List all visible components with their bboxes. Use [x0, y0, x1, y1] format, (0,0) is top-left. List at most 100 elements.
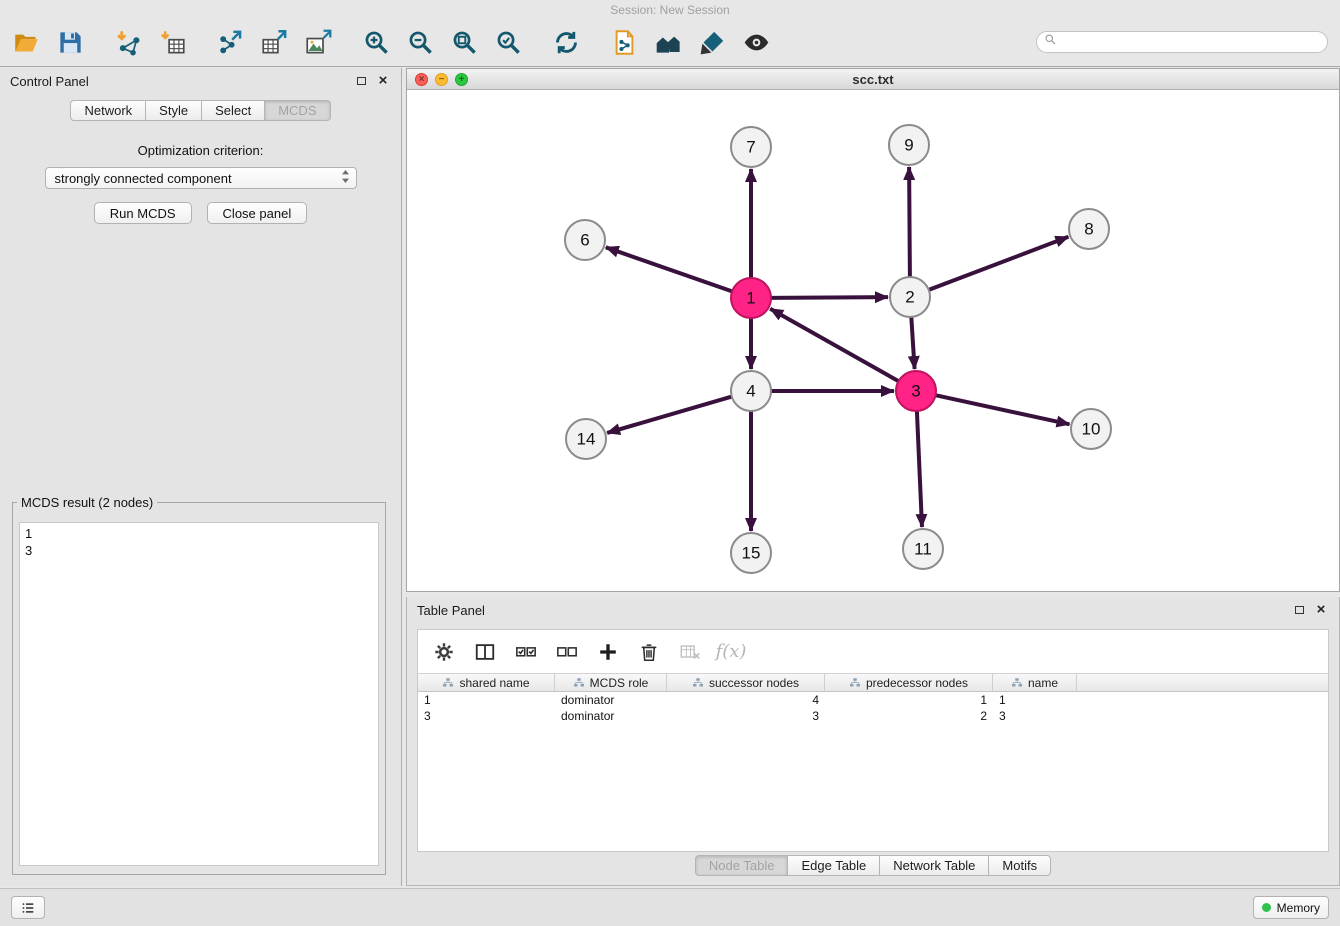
tab-motifs[interactable]: Motifs — [989, 855, 1051, 876]
tab-style[interactable]: Style — [146, 100, 202, 121]
optimization-select[interactable]: strongly connected component — [45, 167, 357, 189]
svg-text:11: 11 — [914, 540, 932, 559]
svg-text:3: 3 — [911, 382, 920, 401]
zoom-window-icon[interactable]: + — [455, 73, 468, 86]
optimization-select-value: strongly connected component — [55, 171, 341, 186]
open-session-icon[interactable] — [12, 28, 40, 56]
table-row[interactable]: 3dominator323 — [418, 708, 1328, 724]
edge-1-2[interactable] — [771, 297, 888, 298]
graph-node-6[interactable]: 6 — [565, 220, 605, 260]
float-panel-icon[interactable] — [353, 73, 369, 89]
tab-select[interactable]: Select — [202, 100, 265, 121]
cell-successor-nodes: 3 — [667, 708, 825, 724]
table-row[interactable]: 1dominator411 — [418, 692, 1328, 708]
control-panel: Control Panel × NetworkStyleSelectMCDS O… — [0, 68, 402, 886]
graph-node-2[interactable]: 2 — [890, 277, 930, 317]
optimization-label: Optimization criterion: — [0, 143, 401, 158]
export-image-icon[interactable] — [304, 28, 332, 56]
svg-text:9: 9 — [904, 136, 913, 155]
add-row-icon[interactable] — [596, 640, 620, 664]
column-header-shared-name[interactable]: shared name — [418, 674, 555, 691]
split-panel-icon[interactable] — [473, 640, 497, 664]
cell-mcds-role: dominator — [555, 708, 667, 724]
graph-node-8[interactable]: 8 — [1069, 209, 1109, 249]
export-table-icon[interactable] — [260, 28, 288, 56]
memory-button[interactable]: Memory — [1253, 896, 1329, 919]
refresh-icon[interactable] — [552, 28, 580, 56]
column-header-mcds-role[interactable]: MCDS role — [555, 674, 667, 691]
graph-node-1[interactable]: 1 — [731, 278, 771, 318]
table-toolbar: f(x) — [418, 630, 1328, 673]
tab-mcds[interactable]: MCDS — [265, 100, 330, 121]
search-input[interactable] — [1062, 35, 1320, 49]
mcds-result-list[interactable]: 13 — [19, 522, 379, 866]
select-all-icon[interactable] — [514, 640, 538, 664]
eye-icon[interactable] — [742, 28, 770, 56]
table-panel: Table Panel × f(x) shared nameMCDS roles… — [406, 597, 1340, 886]
delete-row-icon[interactable] — [637, 640, 661, 664]
edge-3-1[interactable] — [770, 309, 898, 381]
tab-network-table[interactable]: Network Table — [880, 855, 989, 876]
close-table-panel-icon[interactable]: × — [1313, 602, 1329, 618]
network-file-icon[interactable] — [610, 28, 638, 56]
tab-edge-table[interactable]: Edge Table — [788, 855, 880, 876]
mcds-result-box: MCDS result (2 nodes) 13 — [12, 495, 386, 875]
svg-text:4: 4 — [746, 382, 755, 401]
toolbar-search[interactable] — [1036, 31, 1328, 53]
tab-network[interactable]: Network — [70, 100, 146, 121]
cell-shared-name: 3 — [418, 708, 555, 724]
main-toolbar — [0, 18, 1340, 67]
annotation-icon[interactable] — [698, 28, 726, 56]
deselect-all-icon[interactable] — [555, 640, 579, 664]
graph-node-9[interactable]: 9 — [889, 125, 929, 165]
close-panel-button[interactable]: Close panel — [207, 202, 308, 224]
run-mcds-button[interactable]: Run MCDS — [94, 202, 192, 224]
graph-node-4[interactable]: 4 — [731, 371, 771, 411]
tab-node-table[interactable]: Node Table — [695, 855, 789, 876]
save-session-icon[interactable] — [56, 28, 84, 56]
edge-2-8[interactable] — [929, 237, 1069, 290]
graph-node-15[interactable]: 15 — [731, 533, 771, 573]
column-header-name[interactable]: name — [993, 674, 1077, 691]
zoom-selected-icon[interactable] — [494, 28, 522, 56]
graph-node-11[interactable]: 11 — [903, 529, 943, 569]
table-settings-icon[interactable] — [432, 640, 456, 664]
mcds-result-item: 1 — [25, 525, 373, 542]
edge-4-14[interactable] — [607, 397, 732, 433]
cell-shared-name: 1 — [418, 692, 555, 708]
mcds-result-item: 3 — [25, 542, 373, 559]
network-canvas[interactable]: 7 9 6 8 1 2 4 3 14 10 15 11 — [407, 90, 1339, 591]
graph-node-7[interactable]: 7 — [731, 127, 771, 167]
svg-text:15: 15 — [742, 544, 761, 563]
svg-text:1: 1 — [746, 289, 755, 308]
float-table-panel-icon[interactable] — [1291, 602, 1307, 618]
close-window-icon[interactable]: × — [415, 73, 428, 86]
task-history-button[interactable] — [11, 896, 45, 919]
edge-1-6[interactable] — [606, 247, 732, 291]
edge-2-9[interactable] — [909, 167, 910, 277]
cell-predecessor-nodes: 2 — [825, 708, 993, 724]
table-tabs: Node TableEdge TableNetwork TableMotifs — [695, 855, 1051, 876]
memory-button-label: Memory — [1277, 901, 1320, 915]
overview-icon[interactable] — [654, 28, 682, 56]
zoom-fit-icon[interactable] — [450, 28, 478, 56]
edge-2-3[interactable] — [911, 317, 914, 369]
graph-node-3[interactable]: 3 — [896, 371, 936, 411]
graph-node-14[interactable]: 14 — [566, 419, 606, 459]
network-window-title: scc.txt — [407, 72, 1339, 87]
column-header-predecessor-nodes[interactable]: predecessor nodes — [825, 674, 993, 691]
network-graph[interactable]: 7 9 6 8 1 2 4 3 14 10 15 11 — [407, 90, 1339, 591]
export-network-icon[interactable] — [216, 28, 244, 56]
import-table-icon[interactable] — [158, 28, 186, 56]
control-panel-tabs: NetworkStyleSelectMCDS — [0, 100, 401, 121]
zoom-in-icon[interactable] — [362, 28, 390, 56]
column-header-successor-nodes[interactable]: successor nodes — [667, 674, 825, 691]
close-panel-icon[interactable]: × — [375, 73, 391, 89]
minimize-window-icon[interactable]: − — [435, 73, 448, 86]
edge-3-11[interactable] — [917, 411, 922, 527]
graph-node-10[interactable]: 10 — [1071, 409, 1111, 449]
import-network-icon[interactable] — [114, 28, 142, 56]
zoom-out-icon[interactable] — [406, 28, 434, 56]
control-panel-title: Control Panel — [10, 74, 347, 89]
edge-3-10[interactable] — [936, 395, 1070, 424]
